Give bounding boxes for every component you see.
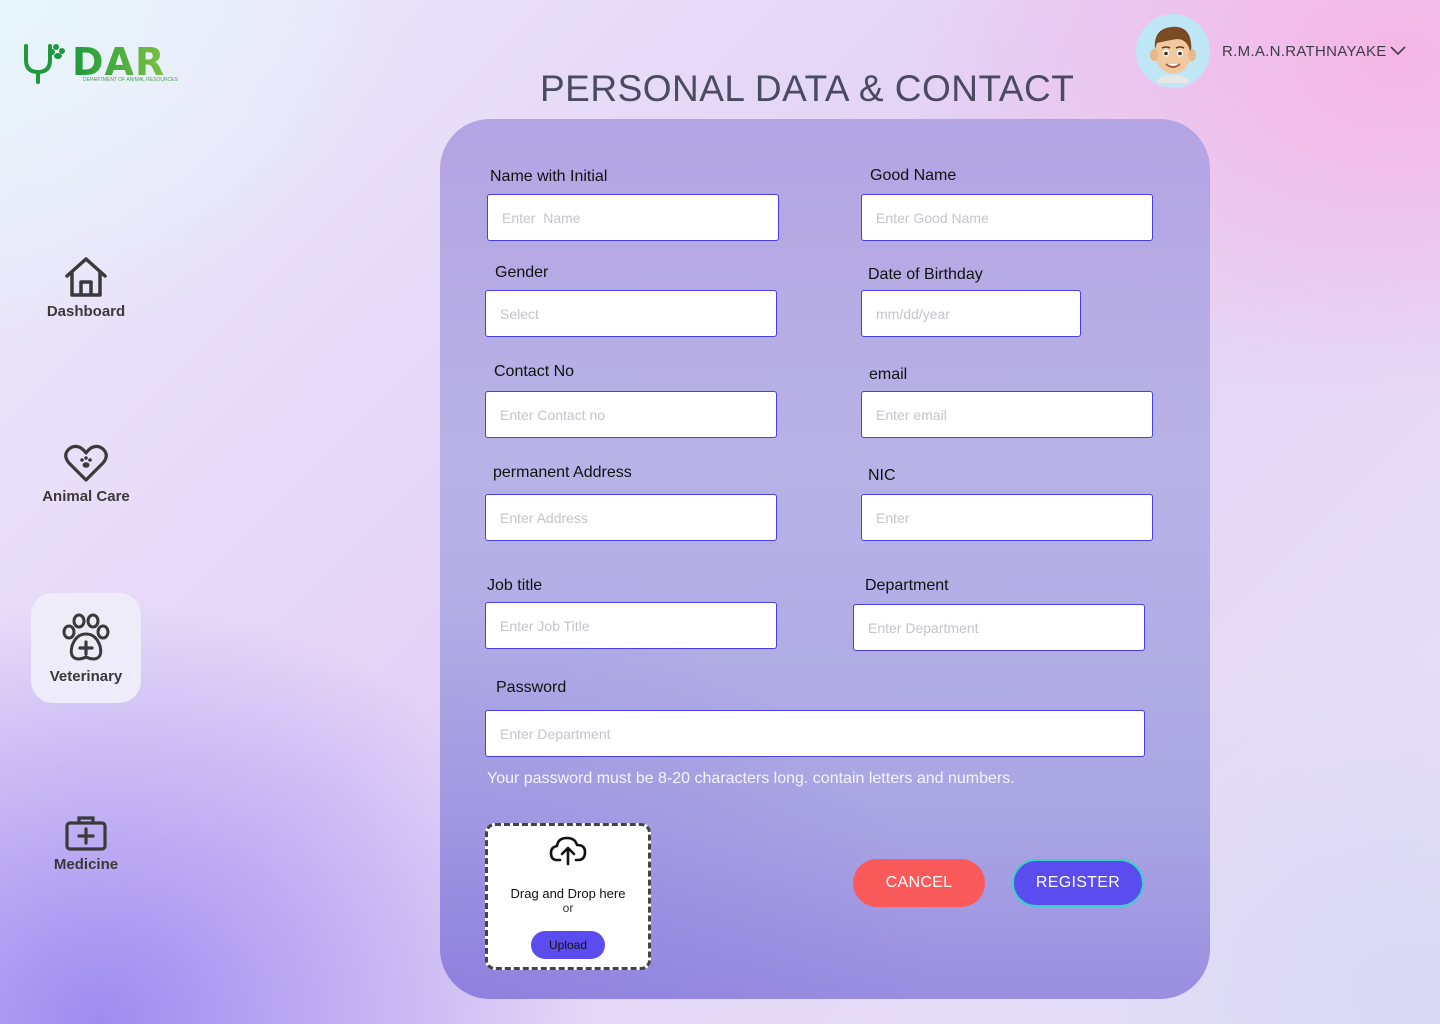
job-title-label: Job title [487, 577, 543, 594]
page-title: PERSONAL DATA & CONTACT [540, 68, 1075, 109]
home-icon [65, 256, 107, 297]
name-initial-input[interactable] [487, 194, 779, 241]
nic-label: NIC [868, 467, 896, 484]
avatar[interactable] [1136, 14, 1210, 88]
nic-input[interactable] [861, 494, 1153, 541]
email-input[interactable] [861, 391, 1153, 438]
upload-or: or [562, 901, 574, 915]
sidebar-item-label: Animal Care [42, 487, 130, 505]
user-menu[interactable]: R.M.A.N.RATHNAYAKE [1136, 14, 1407, 88]
cloud-upload-icon [549, 836, 587, 866]
gender-select[interactable] [485, 290, 777, 337]
sidebar-item-animal-care[interactable]: Animal Care [31, 418, 141, 528]
sidebar-item-label: Medicine [53, 855, 119, 873]
chevron-down-icon[interactable] [1389, 45, 1407, 57]
contact-input[interactable] [485, 391, 777, 438]
job-title-input[interactable] [485, 602, 777, 649]
password-hint: Your password must be 8-20 characters lo… [487, 770, 1015, 787]
upload-text: Drag and Drop here [510, 886, 626, 901]
user-name: R.M.A.N.RATHNAYAKE [1222, 42, 1387, 60]
paw-plus-icon [62, 613, 110, 661]
good-name-input[interactable] [861, 194, 1153, 241]
password-label: Password [496, 679, 567, 696]
sidebar-item-label: Dashboard [46, 302, 126, 320]
brand-subtitle: DEPARTMENT OF ANIMAL RESOURCES [83, 77, 178, 83]
department-label: Department [865, 577, 949, 594]
user-avatar-icon [1150, 26, 1196, 83]
address-input[interactable] [485, 494, 777, 541]
sidebar-item-label: Veterinary [49, 667, 123, 685]
address-label: permanent Address [493, 464, 632, 481]
gender-label: Gender [495, 264, 549, 281]
stethoscope-paw-icon [24, 44, 65, 84]
medical-kit-icon [65, 815, 107, 851]
sidebar-item-dashboard[interactable]: Dashboard [31, 232, 141, 342]
good-name-label: Good Name [870, 167, 957, 184]
contact-label: Contact No [494, 363, 575, 380]
name-initial-label: Name with Initial [490, 168, 608, 185]
dob-label: Date of Birthday [868, 266, 983, 283]
upload-dropzone[interactable]: Drag and Drop here or Upload [485, 823, 651, 970]
cancel-button[interactable]: CANCEL [853, 859, 985, 907]
brand-logo[interactable]: DAR DEPARTMENT OF ANIMAL RESOURCES [20, 38, 178, 88]
heart-paw-icon [64, 444, 108, 482]
register-button[interactable]: REGISTER [1012, 859, 1144, 907]
password-input[interactable] [485, 710, 1145, 757]
upload-button[interactable]: Upload [531, 931, 605, 959]
email-label: email [869, 366, 908, 383]
department-input[interactable] [853, 604, 1145, 651]
sidebar-item-veterinary[interactable]: Veterinary [31, 593, 141, 703]
dob-input[interactable] [861, 290, 1081, 337]
sidebar-item-medicine[interactable]: Medicine [31, 788, 141, 898]
